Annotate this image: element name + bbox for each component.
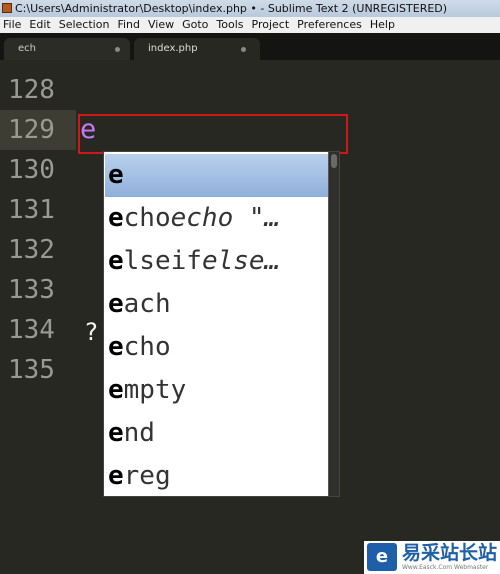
menu-edit[interactable]: Edit	[26, 17, 55, 33]
menu-project[interactable]: Project	[249, 17, 295, 33]
watermark-subtitle: Www.Easck.Com Webmaster	[402, 564, 489, 571]
window-title: C:\Users\Administrator\Desktop\index.php…	[15, 2, 448, 15]
watermark: e 易采站长站 Www.Easck.Com Webmaster	[364, 541, 500, 574]
menu-view[interactable]: View	[145, 17, 179, 33]
tab-label: index.php	[148, 43, 198, 54]
match-prefix: e	[108, 418, 124, 448]
match-prefix: e	[108, 375, 124, 405]
completion-rest: lseif	[123, 246, 202, 276]
autocomplete-item[interactable]: end	[105, 412, 329, 455]
watermark-logo-icon: e	[367, 543, 397, 571]
window-titlebar: C:\Users\Administrator\Desktop\index.php…	[0, 0, 500, 17]
menu-bar: File Edit Selection Find View Goto Tools Projec…	[0, 17, 500, 33]
line-number: 130	[8, 155, 55, 185]
completion-rest: reg	[123, 461, 171, 491]
watermark-text: 易采站长站	[402, 542, 498, 564]
dirty-dot-icon[interactable]	[241, 47, 246, 52]
tab-bar: ech index.php	[0, 33, 500, 60]
completion-rest: cho	[123, 203, 171, 233]
completion-hint: echo "…	[170, 203, 281, 233]
autocomplete-item[interactable]: empty	[105, 369, 329, 412]
sublime-app-icon	[2, 3, 12, 13]
line-number: 131	[8, 195, 55, 225]
autocomplete-item[interactable]: echoecho "…	[105, 197, 329, 240]
completion-rest: nd	[123, 418, 155, 448]
tab-ech[interactable]: ech	[4, 38, 130, 60]
menu-tools[interactable]: Tools	[213, 17, 248, 33]
completion-rest: cho	[123, 332, 171, 362]
match-prefix: e	[108, 246, 124, 276]
line-number: 134	[8, 315, 55, 345]
autocomplete-item-selected[interactable]: e	[105, 154, 329, 197]
match-prefix: e	[108, 332, 124, 362]
completion-hint: else…	[201, 246, 281, 276]
autocomplete-item[interactable]: ereg	[105, 455, 329, 496]
line-134-text: ?	[84, 318, 99, 346]
autocomplete-popup[interactable]: e echoecho "… elseifelse… each echo empt…	[103, 151, 340, 497]
menu-preferences[interactable]: Preferences	[294, 17, 367, 33]
autocomplete-item[interactable]: elseifelse…	[105, 240, 329, 283]
match-prefix: e	[108, 203, 124, 233]
line-number: 133	[8, 275, 55, 305]
autocomplete-item[interactable]: each	[105, 283, 329, 326]
menu-help[interactable]: Help	[367, 17, 400, 33]
tab-label: ech	[18, 43, 36, 54]
match-prefix: e	[108, 461, 124, 491]
completion-rest: ach	[123, 289, 171, 319]
dirty-dot-icon[interactable]	[115, 47, 120, 52]
scrollbar-thumb[interactable]	[331, 154, 337, 168]
menu-find[interactable]: Find	[114, 17, 145, 33]
autocomplete-scrollbar[interactable]	[328, 152, 339, 496]
match-prefix: e	[108, 289, 124, 319]
menu-goto[interactable]: Goto	[179, 17, 213, 33]
annotation-highlight-box	[78, 114, 348, 154]
line-number: 128	[8, 75, 55, 105]
menu-selection[interactable]: Selection	[56, 17, 115, 33]
line-number: 132	[8, 235, 55, 265]
line-number-current: 129	[8, 115, 55, 145]
menu-file[interactable]: File	[0, 17, 26, 33]
line-number: 135	[8, 355, 55, 385]
match-prefix: e	[108, 160, 124, 190]
tab-index-php[interactable]: index.php	[134, 38, 260, 60]
completion-rest: mpty	[123, 375, 187, 405]
autocomplete-item[interactable]: echo	[105, 326, 329, 369]
